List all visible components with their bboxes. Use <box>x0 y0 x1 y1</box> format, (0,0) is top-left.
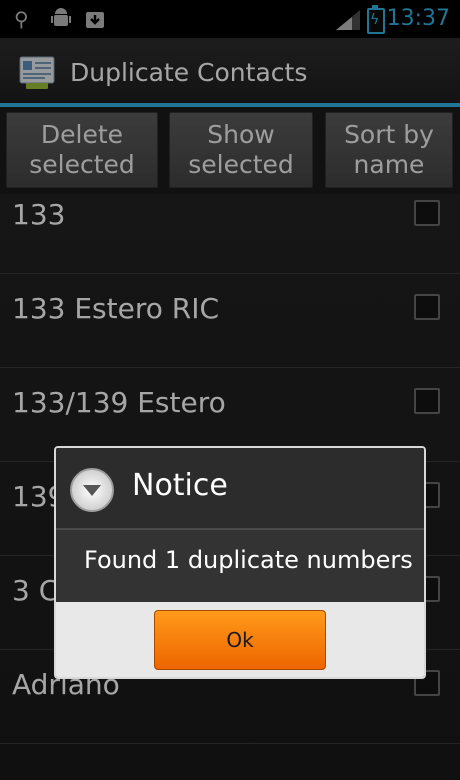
dialog-message: Found 1 duplicate numbers <box>84 546 413 574</box>
dialog-title: Notice <box>132 468 228 503</box>
dialog-header: Notice <box>56 448 424 528</box>
dialog-button-area: Ok <box>56 602 424 677</box>
notice-dialog: Notice Found 1 duplicate numbers Ok <box>54 446 426 679</box>
ok-button[interactable]: Ok <box>154 610 326 670</box>
dialog-message-area: Found 1 duplicate numbers <box>56 530 424 602</box>
alert-dropdown-icon <box>70 468 114 512</box>
